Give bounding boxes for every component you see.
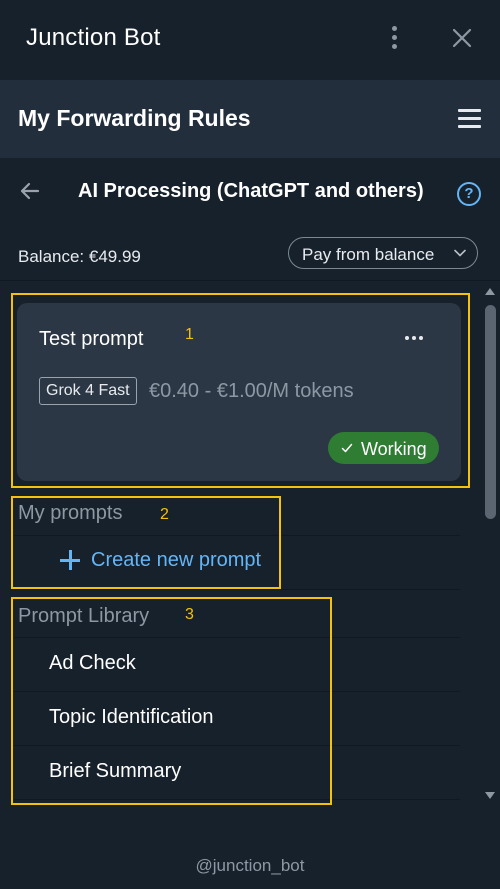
app-title: Junction Bot (26, 24, 161, 51)
chevron-down-icon (453, 246, 467, 260)
page-title: AI Processing (ChatGPT and others) (78, 180, 424, 202)
annotation-box-3 (11, 597, 332, 805)
scroll-down-arrow-icon[interactable] (485, 792, 495, 799)
bot-handle: @junction_bot (195, 856, 305, 875)
back-arrow-icon[interactable] (18, 178, 44, 204)
scrollbar-thumb[interactable] (485, 305, 496, 519)
balance-label: Balance: €49.99 (18, 247, 141, 266)
header-title: My Forwarding Rules (18, 105, 251, 131)
close-icon[interactable] (446, 22, 478, 54)
payment-method-value: Pay from balance (302, 245, 435, 264)
vertical-dots-icon[interactable] (380, 26, 408, 50)
payment-method-select[interactable]: Pay from balance (288, 237, 478, 269)
annotation-number-2: 2 (160, 506, 169, 523)
annotation-box-1 (11, 293, 470, 488)
scroll-up-arrow-icon[interactable] (485, 288, 495, 295)
app-header: My Forwarding Rules (0, 80, 500, 158)
annotation-number-3: 3 (185, 606, 194, 623)
window-titlebar: Junction Bot (0, 0, 500, 80)
annotation-box-2 (11, 496, 281, 589)
help-circle-icon[interactable]: ? (457, 182, 481, 206)
hamburger-menu-icon[interactable] (458, 108, 482, 130)
annotation-number-1: 1 (185, 326, 194, 343)
divider (14, 589, 460, 590)
